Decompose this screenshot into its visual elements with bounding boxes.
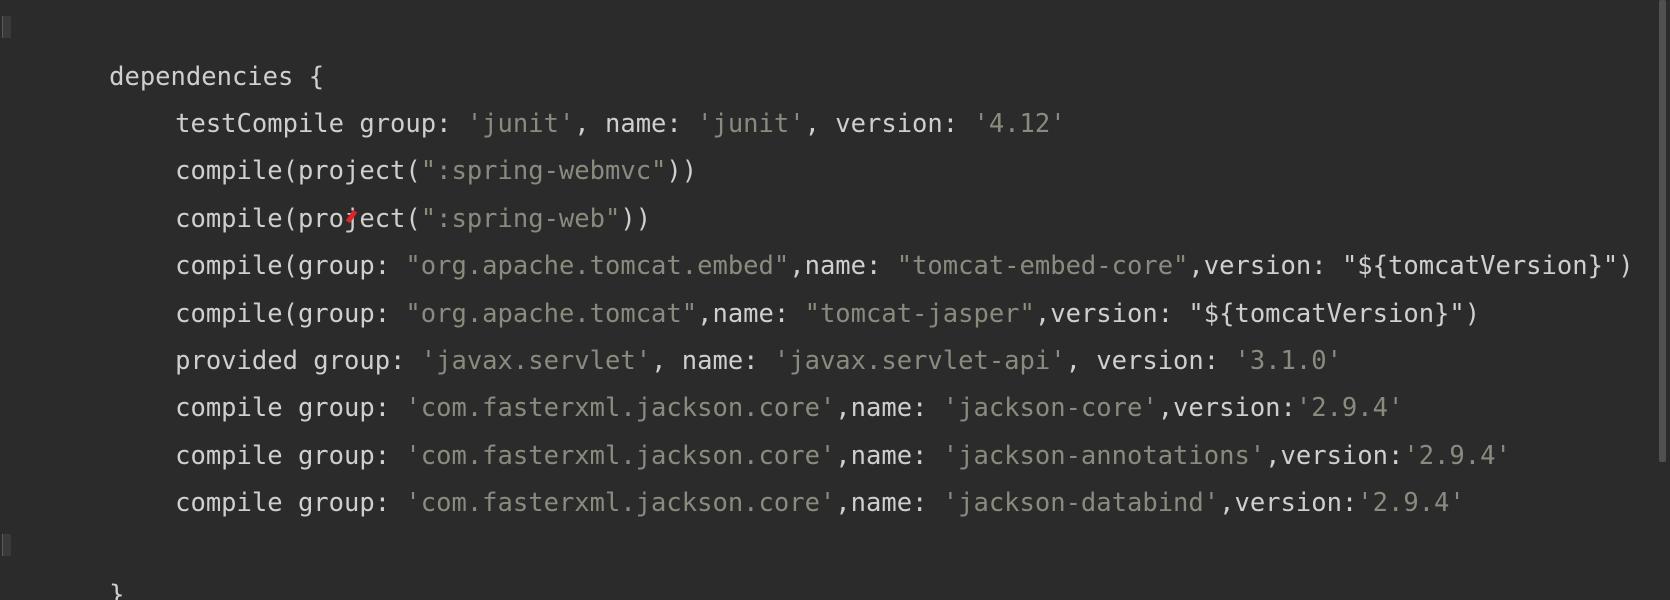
code-line-5[interactable]: compile(group: "org.apache.tomcat.embed"… (83, 191, 1634, 281)
string-literal: 'jackson-databind' (942, 488, 1220, 518)
code-area[interactable]: dependencies { testCompile group: 'junit… (0, 0, 1650, 600)
fold-start-icon[interactable] (2, 16, 11, 38)
code-segment: } (109, 580, 125, 600)
code-segment: , version: (804, 109, 974, 139)
string-literal: '2.9.4' (1357, 488, 1465, 518)
scrollbar-thumb[interactable] (1659, 0, 1666, 462)
code-line-3[interactable]: compile(project(":spring-webmvc")) (83, 96, 697, 186)
code-line-12[interactable]: } (17, 520, 124, 600)
code-line-10[interactable]: compile group: 'com.fasterxml.jackson.co… (83, 428, 1465, 518)
code-line-6[interactable]: compile(group: "org.apache.tomcat",name:… (83, 239, 1480, 329)
code-line-9[interactable]: compile group: 'com.fasterxml.jackson.co… (83, 381, 1511, 471)
code-line-4[interactable]: compile(project(":spring-web")) (83, 144, 651, 234)
string-literal: 'com.fasterxml.jackson.core' (405, 488, 836, 518)
code-line-8[interactable]: compile group: 'com.fasterxml.jackson.co… (83, 333, 1403, 423)
string-literal: '4.12' (973, 109, 1066, 139)
vertical-scrollbar[interactable] (1656, 0, 1670, 600)
code-segment: ,version: (1219, 488, 1358, 518)
code-segment: compile group: (175, 488, 406, 518)
code-segment: ) (1618, 251, 1634, 281)
code-editor[interactable]: dependencies { testCompile group: 'junit… (0, 0, 1670, 600)
code-line-2[interactable]: testCompile group: 'junit', name: 'junit… (83, 49, 1065, 139)
code-line-7[interactable]: provided group: 'javax.servlet', name: '… (83, 286, 1342, 376)
string-literal: 'junit' (697, 109, 805, 139)
fold-end-icon[interactable] (2, 534, 11, 556)
code-segment: )) (666, 156, 698, 186)
code-segment: ) (1464, 299, 1481, 329)
code-line-1[interactable]: dependencies { (17, 2, 324, 92)
code-segment: ,name: (835, 488, 943, 518)
